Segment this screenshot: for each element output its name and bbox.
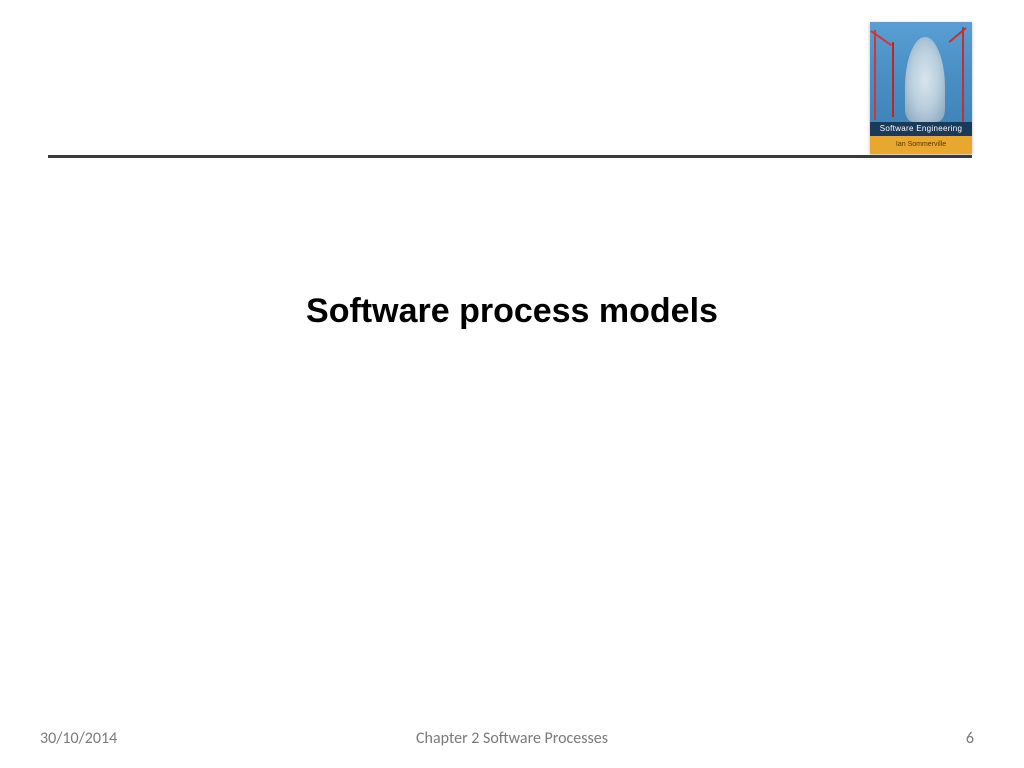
crane-icon (892, 42, 894, 117)
crane-icon (874, 30, 876, 120)
book-title: Software Engineering (870, 122, 972, 136)
slide-title: Software process models (0, 292, 1024, 331)
crane-icon (962, 27, 964, 122)
footer-page-number: 6 (966, 729, 974, 748)
slide-footer: 30/10/2014 Chapter 2 Software Processes … (0, 724, 1024, 752)
slide-header: Software Engineering Ian Sommerville (0, 0, 1024, 160)
book-cover-image: Software Engineering Ian Sommerville (870, 22, 972, 154)
footer-date: 30/10/2014 (40, 729, 117, 748)
building-icon (905, 37, 945, 122)
header-divider (48, 155, 972, 158)
footer-chapter: Chapter 2 Software Processes (0, 729, 1024, 748)
book-author: Ian Sommerville (870, 136, 972, 154)
